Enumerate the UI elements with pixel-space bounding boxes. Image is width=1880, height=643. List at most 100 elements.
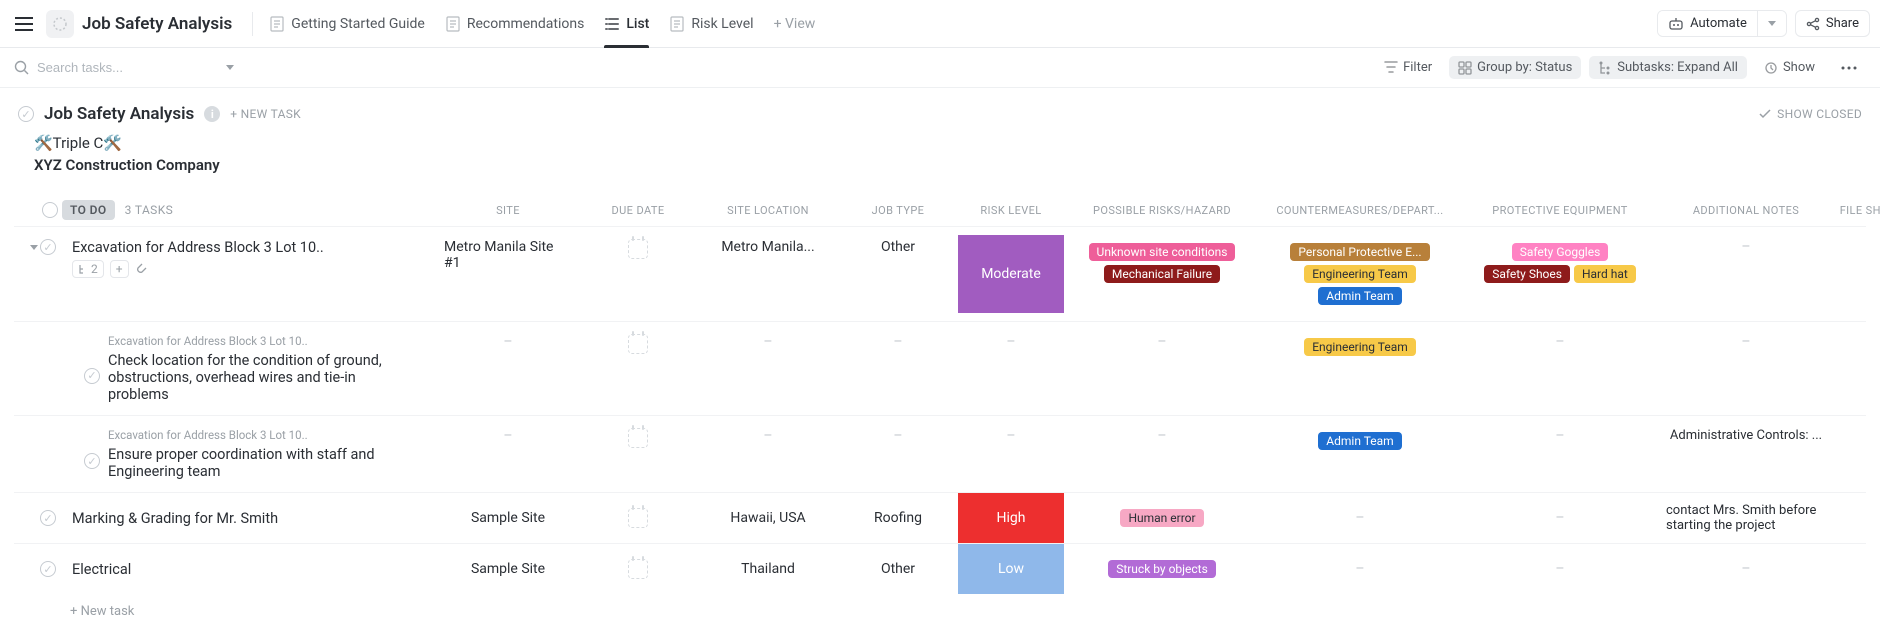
col-header[interactable]: POSSIBLE RISKS/HAZARD — [1064, 204, 1260, 217]
cell-equip[interactable]: Safety GogglesSafety ShoesHard hat — [1460, 235, 1660, 291]
tag[interactable]: Admin Team — [1318, 432, 1401, 450]
cell-equip[interactable]: – — [1460, 553, 1660, 585]
cell-risk[interactable]: – — [958, 424, 1064, 448]
tag[interactable]: Admin Team — [1318, 287, 1401, 305]
cell-risk[interactable]: – — [958, 330, 1064, 354]
groupby-button[interactable]: Group by: Status — [1449, 56, 1581, 79]
col-header[interactable]: PROTECTIVE EQUIPMENT — [1460, 204, 1660, 217]
new-task-row[interactable]: + New task — [14, 594, 1866, 619]
search-box[interactable] — [14, 60, 234, 75]
tag[interactable]: Engineering Team — [1304, 265, 1416, 283]
status-circle-icon[interactable]: ✓ — [84, 368, 100, 384]
col-header[interactable]: FILE SHOWING THE STEP — [1832, 204, 1880, 217]
cell-file[interactable] — [1832, 424, 1880, 452]
cell-due-date[interactable] — [578, 504, 698, 532]
new-task-button[interactable]: + NEW TASK — [230, 107, 301, 121]
cell-due-date[interactable] — [578, 424, 698, 452]
cell-equip[interactable]: – — [1460, 502, 1660, 534]
tag[interactable]: Personal Protective E... — [1290, 243, 1429, 261]
cell-file[interactable] — [1832, 330, 1880, 358]
cell-file[interactable] — [1832, 555, 1880, 583]
cell-due-date[interactable] — [578, 330, 698, 358]
info-icon[interactable]: i — [204, 106, 220, 122]
col-header[interactable]: SITE — [438, 204, 578, 217]
cell-equip[interactable]: – — [1460, 330, 1660, 354]
parent-crumb[interactable]: Excavation for Address Block 3 Lot 10.. — [108, 334, 408, 348]
tag[interactable]: Human error — [1120, 509, 1203, 527]
cell-hazards[interactable]: Unknown site conditions Mechanical Failur… — [1064, 235, 1260, 291]
cell-file[interactable] — [1832, 504, 1880, 532]
cell-hazards[interactable]: Human error — [1064, 501, 1260, 535]
tag[interactable]: Mechanical Failure — [1104, 265, 1220, 283]
cell-counter[interactable]: – — [1260, 502, 1460, 534]
cell-notes[interactable]: – — [1660, 557, 1832, 581]
col-header[interactable]: SITE LOCATION — [698, 204, 838, 217]
tag[interactable]: Hard hat — [1574, 265, 1636, 283]
chevron-down-icon[interactable] — [226, 65, 234, 70]
task-title[interactable]: Ensure proper coordination with staff an… — [108, 446, 408, 480]
status-circle-icon[interactable]: ✓ — [84, 453, 100, 469]
task-title[interactable]: Excavation for Address Block 3 Lot 10.. — [72, 239, 324, 256]
cell-due-date[interactable] — [578, 555, 698, 583]
col-header[interactable]: COUNTERMEASURES/DEPART... — [1260, 204, 1460, 217]
tab-add-view[interactable]: + View — [764, 0, 826, 48]
cell-risk[interactable]: Low — [958, 544, 1064, 594]
task-row[interactable]: ✓ Excavation for Address Block 3 Lot 10.… — [14, 226, 1866, 321]
cell-jobtype[interactable]: Other — [838, 557, 958, 581]
cell-hazards[interactable]: – — [1064, 330, 1260, 354]
more-button[interactable] — [1832, 62, 1866, 74]
cell-equip[interactable]: – — [1460, 424, 1660, 448]
tab-recommendations[interactable]: Recommendations — [435, 0, 595, 48]
expand-icon[interactable] — [30, 245, 38, 250]
select-all-circle[interactable] — [42, 202, 58, 218]
status-pill[interactable]: TO DO — [62, 200, 115, 220]
task-row[interactable]: ✓ Marking & Grading for Mr. Smith Sample… — [14, 492, 1866, 543]
parent-crumb[interactable]: Excavation for Address Block 3 Lot 10.. — [108, 428, 408, 442]
cell-file[interactable] — [1832, 235, 1880, 261]
cell-site[interactable]: Sample Site — [438, 506, 578, 530]
task-title[interactable]: Check location for the condition of grou… — [108, 352, 408, 403]
subtasks-button[interactable]: Subtasks: Expand All — [1589, 56, 1747, 79]
col-header[interactable]: RISK LEVEL — [958, 204, 1064, 217]
cell-counter[interactable]: Admin Team — [1260, 424, 1460, 458]
cell-due-date[interactable] — [578, 235, 698, 263]
cell-notes[interactable]: – — [1660, 330, 1832, 354]
tag[interactable]: Struck by objects — [1108, 560, 1216, 578]
tag[interactable]: Safety Shoes — [1484, 265, 1570, 283]
cell-jobtype[interactable]: Other — [838, 235, 958, 259]
subtask-row[interactable]: ✓ Excavation for Address Block 3 Lot 10.… — [14, 321, 1866, 415]
cell-site[interactable]: Metro Manila Site #1 — [438, 235, 578, 275]
show-button[interactable]: Show — [1755, 56, 1824, 79]
tab-getting-started[interactable]: Getting Started Guide — [259, 0, 435, 48]
cell-notes[interactable]: Administrative Controls: ... — [1660, 424, 1832, 447]
tag[interactable]: Unknown site conditions — [1089, 243, 1236, 261]
status-circle-icon[interactable]: ✓ — [40, 239, 56, 255]
cell-site[interactable]: – — [438, 330, 578, 354]
cell-risk[interactable]: High — [958, 493, 1064, 543]
automate-dropdown[interactable] — [1757, 11, 1786, 36]
cell-location[interactable]: Hawaii, USA — [698, 506, 838, 530]
cell-hazards[interactable]: – — [1064, 424, 1260, 448]
subtask-row[interactable]: ✓ Excavation for Address Block 3 Lot 10.… — [14, 415, 1866, 492]
cell-location[interactable]: – — [698, 424, 838, 448]
status-circle-icon[interactable]: ✓ — [18, 106, 34, 122]
cell-location[interactable]: – — [698, 330, 838, 354]
cell-counter[interactable]: Personal Protective E... Engineering Team… — [1260, 235, 1460, 313]
cell-site[interactable]: – — [438, 424, 578, 448]
tab-risk-level[interactable]: Risk Level — [659, 0, 763, 48]
search-input[interactable] — [37, 60, 218, 75]
cell-location[interactable]: Metro Manila... — [698, 235, 838, 259]
cell-jobtype[interactable]: – — [838, 330, 958, 354]
cell-counter[interactable]: – — [1260, 553, 1460, 585]
cell-notes[interactable]: – — [1660, 235, 1832, 259]
share-button[interactable]: Share — [1795, 10, 1870, 37]
automate-button[interactable]: Automate — [1657, 10, 1787, 37]
cell-notes[interactable]: contact Mrs. Smith before starting the p… — [1660, 499, 1832, 537]
cell-site[interactable]: Sample Site — [438, 557, 578, 581]
task-title[interactable]: Marking & Grading for Mr. Smith — [72, 510, 278, 527]
col-header[interactable]: DUE DATE — [578, 204, 698, 217]
cell-jobtype[interactable]: – — [838, 424, 958, 448]
attachment-icon[interactable] — [135, 262, 149, 276]
tab-list[interactable]: List — [594, 0, 659, 48]
col-header[interactable]: JOB TYPE — [838, 204, 958, 217]
